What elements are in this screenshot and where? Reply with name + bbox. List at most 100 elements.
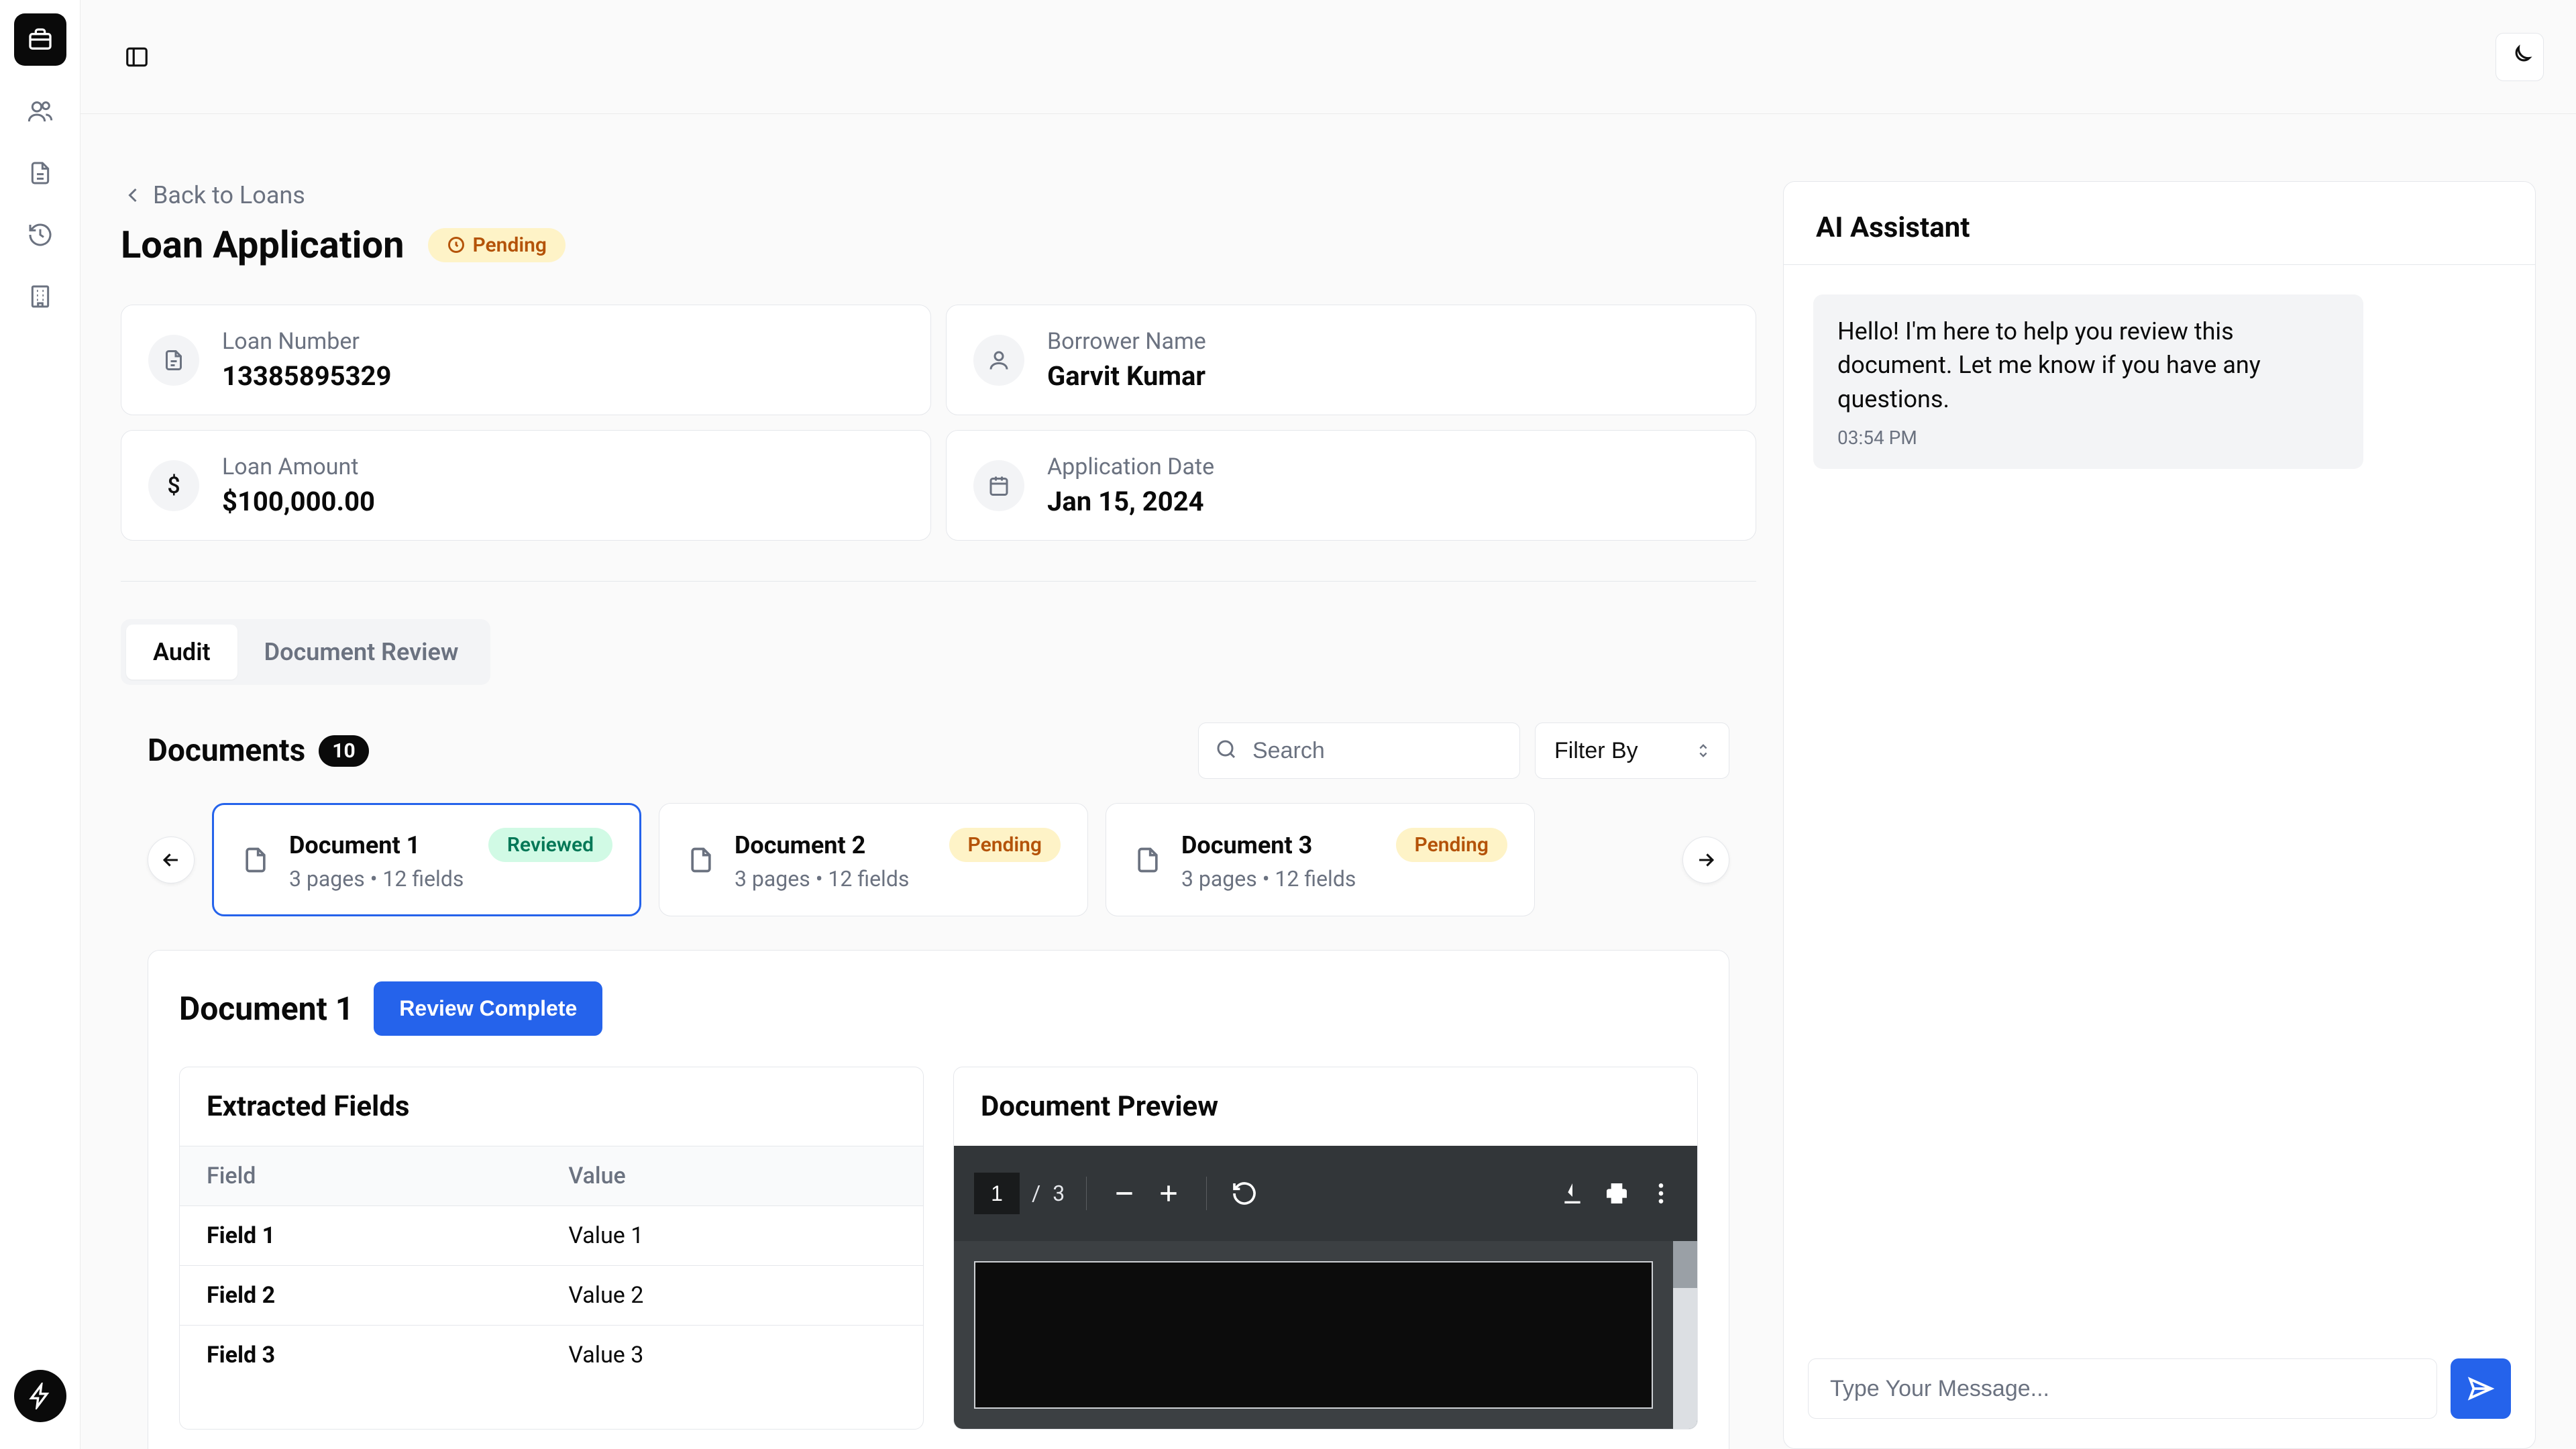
rotate[interactable]: [1228, 1177, 1260, 1210]
download[interactable]: [1556, 1177, 1589, 1210]
carousel-prev[interactable]: [148, 837, 195, 883]
rotate-icon: [1231, 1180, 1258, 1207]
search-input[interactable]: [1198, 722, 1520, 779]
print-icon: [1603, 1180, 1630, 1207]
doc-sub: 3 pages • 12 fields: [735, 866, 1061, 892]
nav-building[interactable]: [24, 280, 56, 313]
zoom-out[interactable]: [1108, 1177, 1140, 1210]
documents-count: 10: [319, 735, 368, 767]
page-title: Loan Application: [121, 223, 404, 267]
file-text-icon: [27, 160, 54, 186]
tabs: Audit Document Review: [121, 619, 490, 685]
assistant-input[interactable]: [1808, 1358, 2437, 1419]
loan-number-value: 13385895329: [222, 360, 391, 392]
filter-by-label: Filter By: [1554, 738, 1638, 764]
message-time: 03:54 PM: [1837, 427, 2339, 449]
field-value: Value 3: [541, 1326, 923, 1385]
app-logo[interactable]: [14, 13, 66, 66]
table-row: Field 3 Value 3: [180, 1326, 923, 1385]
doc-title: Document 3: [1181, 831, 1312, 859]
print[interactable]: [1601, 1177, 1633, 1210]
field-value: Value 1: [541, 1206, 923, 1266]
amount-value: $100,000.00: [222, 486, 375, 517]
document-detail: Document 1 Review Complete Extracted Fie…: [148, 950, 1729, 1449]
briefcase-icon: [27, 26, 54, 53]
pdf-total-pages: 3: [1053, 1181, 1065, 1206]
tab-audit[interactable]: Audit: [126, 625, 237, 680]
document-preview-heading: Document Preview: [954, 1067, 1697, 1146]
assistant-heading: AI Assistant: [1784, 182, 2535, 265]
info-borrower: Borrower Name Garvit Kumar: [946, 305, 1756, 415]
chevron-left-icon: [121, 183, 145, 207]
pdf-sep: /: [1032, 1181, 1040, 1206]
doc-status: Pending: [1396, 828, 1507, 862]
theme-toggle[interactable]: [2496, 33, 2544, 81]
table-row: Field 1 Value 1: [180, 1206, 923, 1266]
tab-document-review[interactable]: Document Review: [237, 625, 486, 680]
pdf-page[interactable]: [974, 1261, 1653, 1409]
doc-title: Document 1: [289, 831, 420, 859]
left-column: Back to Loans Loan Application Pending L…: [121, 181, 1756, 1449]
status-badge-label: Pending: [472, 233, 546, 257]
field-name: Field 1: [180, 1206, 541, 1266]
back-to-loans[interactable]: Back to Loans: [121, 181, 305, 209]
detail-columns: Extracted Fields Field Value Field 1: [179, 1067, 1698, 1430]
right-column: AI Assistant Hello! I'm here to help you…: [1783, 181, 2536, 1449]
document-card-2[interactable]: Document 2 Pending 3 pages • 12 fields: [659, 803, 1088, 916]
extracted-fields-panel: Extracted Fields Field Value Field 1: [179, 1067, 924, 1430]
documents-heading: Documents: [148, 733, 305, 769]
date-label: Application Date: [1047, 453, 1214, 480]
field-name: Field 2: [180, 1266, 541, 1326]
filter-by-select[interactable]: Filter By: [1535, 722, 1729, 779]
review-complete-button[interactable]: Review Complete: [374, 981, 602, 1036]
ai-assistant-panel: AI Assistant Hello! I'm here to help you…: [1783, 181, 2536, 1449]
nav-file[interactable]: [24, 157, 56, 189]
th-field: Field: [180, 1146, 541, 1206]
amount-label: Loan Amount: [222, 453, 375, 480]
document-card-3[interactable]: Document 3 Pending 3 pages • 12 fields: [1106, 803, 1535, 916]
field-value: Value 2: [541, 1266, 923, 1326]
document-cards: Document 1 Reviewed 3 pages • 12 fields …: [212, 803, 1665, 916]
main: Back to Loans Loan Application Pending L…: [80, 0, 2576, 1449]
doc-status: Pending: [949, 828, 1061, 862]
info-amount: $ Loan Amount $100,000.00: [121, 430, 931, 541]
loan-number-label: Loan Number: [222, 328, 391, 355]
borrower-value: Garvit Kumar: [1047, 360, 1206, 392]
date-value: Jan 15, 2024: [1047, 486, 1214, 517]
file-icon: [148, 335, 199, 386]
borrower-label: Borrower Name: [1047, 328, 1206, 355]
pdf-scrollbar[interactable]: [1673, 1241, 1697, 1429]
assistant-message: Hello! I'm here to help you review this …: [1813, 294, 2363, 469]
more[interactable]: [1645, 1177, 1677, 1210]
assistant-input-row: [1784, 1338, 2535, 1448]
clock-icon: [27, 221, 54, 248]
file-icon: [1133, 845, 1163, 875]
assistant-messages: Hello! I'm here to help you review this …: [1784, 265, 2535, 1338]
nav-users[interactable]: [24, 95, 56, 127]
doc-sub: 3 pages • 12 fields: [1181, 866, 1507, 892]
separator: [1086, 1177, 1087, 1210]
documents-header: Documents 10 Filter By: [121, 722, 1756, 779]
toggle-sidebar[interactable]: [113, 33, 161, 81]
info-grid: Loan Number 13385895329 Borrower Name Ga…: [121, 305, 1756, 541]
detail-title: Document 1: [179, 989, 354, 1028]
pdf-scroll-thumb[interactable]: [1673, 1241, 1697, 1288]
extracted-fields-heading: Extracted Fields: [180, 1067, 923, 1146]
separator: [1206, 1177, 1207, 1210]
nav-history[interactable]: [24, 219, 56, 251]
send-button[interactable]: [2451, 1358, 2511, 1419]
carousel-next[interactable]: [1682, 837, 1729, 883]
dollar-icon: $: [148, 460, 199, 511]
fields-table: Field Value Field 1 Value 1 Fi: [180, 1146, 923, 1385]
zoom-in[interactable]: [1152, 1177, 1185, 1210]
doc-status: Reviewed: [488, 828, 612, 862]
download-icon: [1559, 1180, 1586, 1207]
pdf-page-input[interactable]: [974, 1173, 1020, 1214]
nav-rail: [0, 0, 80, 1449]
search-wrap: [1198, 722, 1520, 779]
file-icon: [241, 845, 270, 875]
quick-action[interactable]: [14, 1370, 66, 1422]
document-card-1[interactable]: Document 1 Reviewed 3 pages • 12 fields: [212, 803, 641, 916]
detail-header: Document 1 Review Complete: [179, 981, 1698, 1036]
doc-title: Document 2: [735, 831, 865, 859]
